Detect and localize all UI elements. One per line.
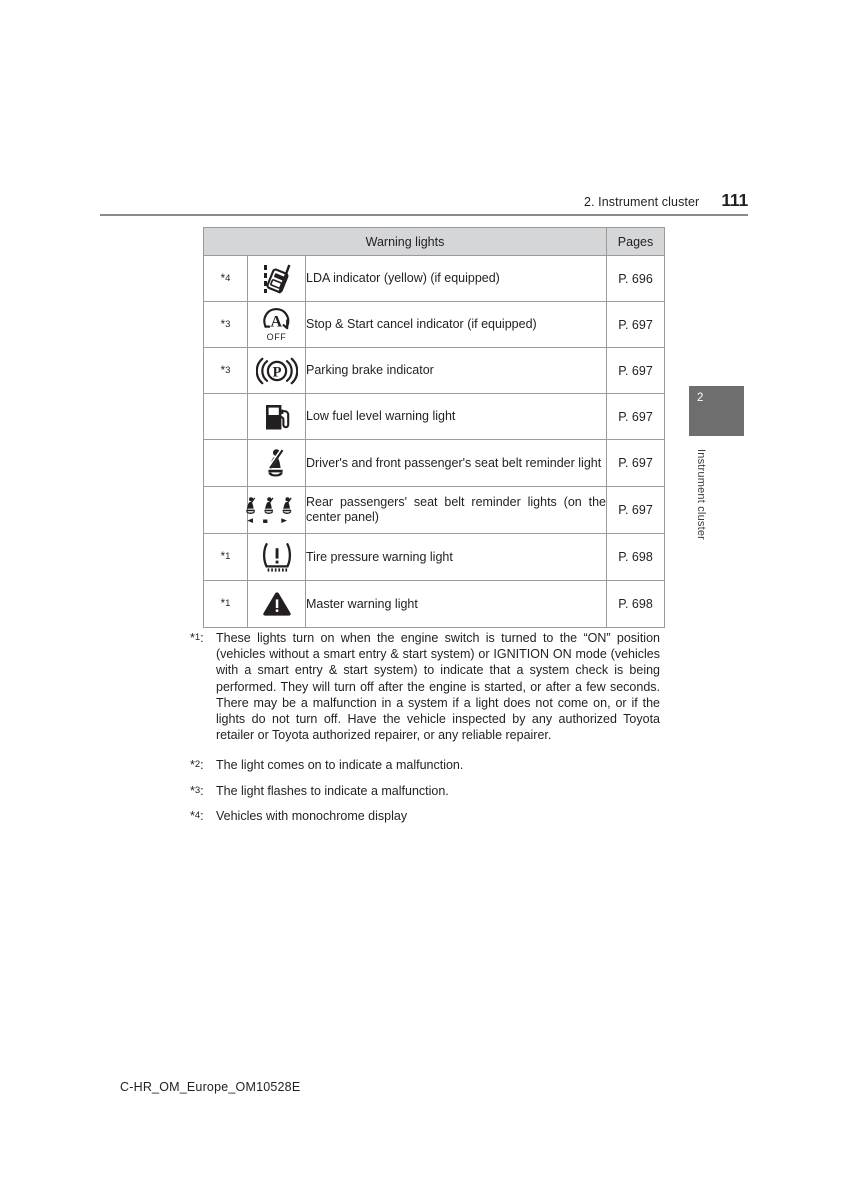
footnote-colon: : xyxy=(200,631,204,645)
row-footnote-ref: *3 xyxy=(203,301,248,348)
row-description: Tire pressure warning light xyxy=(304,533,608,581)
footnote-item: *4: Vehicles with monochrome display xyxy=(190,808,660,824)
master-warning-triangle-icon xyxy=(248,590,305,618)
row-icon-cell xyxy=(247,255,306,302)
stop-start-off-label: OFF xyxy=(266,332,287,342)
row-page-ref: P. 697 xyxy=(606,439,666,487)
footnote-marker: *1: xyxy=(190,630,216,646)
footnote-colon: : xyxy=(200,758,204,773)
row-icon-cell xyxy=(247,580,306,628)
chapter-tab: 2 xyxy=(689,386,744,436)
stop-start-cancel-icon: A OFF xyxy=(248,307,305,342)
row-page-ref: P. 698 xyxy=(606,533,666,581)
row-page-ref: P. 696 xyxy=(606,255,666,302)
document-code-footer: C-HR_OM_Europe_OM10528E xyxy=(120,1080,301,1094)
row-description: Parking brake indicator xyxy=(304,347,608,394)
footnote-number: 1 xyxy=(225,598,231,609)
column-header-warning-lights: Warning lights xyxy=(202,227,608,256)
page-header: 2. Instrument cluster 111 xyxy=(100,190,748,214)
row-footnote-ref: *4 xyxy=(203,255,248,302)
row-footnote-ref: *1 xyxy=(203,533,248,581)
footnote-text: The light comes on to indicate a malfunc… xyxy=(216,758,464,773)
footnote-item: *1: These lights turn on when the engine… xyxy=(190,630,660,743)
table-row: Low fuel level warning light P. 697 xyxy=(203,393,666,440)
footnote-item: *3: The light flashes to indicate a malf… xyxy=(190,783,660,799)
footnote-number: 3 xyxy=(225,318,231,330)
footnote-text: Vehicles with monochrome display xyxy=(216,808,408,823)
column-header-pages: Pages xyxy=(606,227,666,256)
row-icon-cell xyxy=(247,439,306,487)
row-footnote-ref xyxy=(203,439,248,487)
table-row: *3 A OFF Stop & Start cancel indicator (… xyxy=(203,301,666,348)
tire-pressure-warning-icon xyxy=(248,542,305,572)
row-footnote-ref xyxy=(203,486,248,534)
footnote-marker: *2: xyxy=(190,757,216,773)
footnote-marker: *4: xyxy=(190,808,216,824)
footnote-colon: : xyxy=(200,783,204,798)
footnote-number: 1 xyxy=(225,551,231,562)
row-page-ref: P. 697 xyxy=(606,393,666,440)
row-page-ref: P. 697 xyxy=(606,301,666,348)
header-divider xyxy=(100,214,748,216)
chapter-tab-number: 2 xyxy=(697,392,704,404)
svg-text:A: A xyxy=(270,314,282,331)
table-row: *1 Master warning light P. 698 xyxy=(203,580,666,628)
footnote-colon: : xyxy=(200,808,204,823)
seat-belt-reminder-icon xyxy=(248,448,305,478)
footnote-number: 3 xyxy=(225,364,231,376)
row-page-ref: P. 697 xyxy=(606,347,666,394)
page-number: 111 xyxy=(721,190,748,210)
lda-lane-departure-icon xyxy=(248,263,305,295)
row-description: Stop & Start cancel indicator (if equipp… xyxy=(304,301,608,348)
row-description: Master warning light xyxy=(304,580,608,628)
footnote-text: The light flashes to indicate a malfunct… xyxy=(216,783,449,798)
page-title: 2. Instrument cluster xyxy=(583,195,700,209)
svg-text:P: P xyxy=(272,364,281,380)
table-row: *1 Tire pressure warning light P. 698 xyxy=(203,533,666,581)
row-icon-cell: A OFF xyxy=(247,301,306,348)
table-row: *3 P Parking brake indicator P. 697 xyxy=(203,347,666,394)
table-row: *4 LDA indicator (yellow) (if equipped) … xyxy=(203,255,666,302)
footnote-marker: *3: xyxy=(190,783,216,799)
row-icon-cell: P xyxy=(247,347,306,394)
row-icon-cell xyxy=(246,486,306,534)
row-description: Low fuel level warning light xyxy=(304,393,608,440)
rear-seat-belt-reminder-icon xyxy=(243,493,300,527)
row-page-ref: P. 697 xyxy=(606,486,666,534)
row-footnote-ref: *1 xyxy=(203,580,248,628)
footnotes-list: *1: These lights turn on when the engine… xyxy=(190,630,660,832)
row-icon-cell xyxy=(247,393,306,440)
parking-brake-icon: P xyxy=(248,357,305,385)
footnote-item: *2: The light comes on to indicate a mal… xyxy=(190,757,660,773)
row-description: LDA indicator (yellow) (if equipped) xyxy=(304,255,608,302)
row-description: Rear passengers' seat belt reminder ligh… xyxy=(304,486,608,534)
footnote-text: These lights turn on when the engine swi… xyxy=(216,631,660,743)
row-icon-cell xyxy=(247,533,306,581)
chapter-tab-label: Instrument cluster xyxy=(695,449,707,541)
row-footnote-ref xyxy=(203,393,248,440)
table-row: Driver's and front passenger's seat belt… xyxy=(203,439,666,487)
row-description: Driver's and front passenger's seat belt… xyxy=(304,439,608,487)
warning-lights-table: Warning lights Pages *4 LDA indicator (y… xyxy=(202,227,666,628)
row-page-ref: P. 698 xyxy=(606,580,666,628)
table-row: Rear passengers' seat belt reminder ligh… xyxy=(203,486,666,534)
low-fuel-pump-icon xyxy=(248,402,305,432)
footnote-number: 4 xyxy=(225,272,231,284)
table-header-row: Warning lights Pages xyxy=(202,227,666,256)
row-footnote-ref: *3 xyxy=(203,347,248,394)
